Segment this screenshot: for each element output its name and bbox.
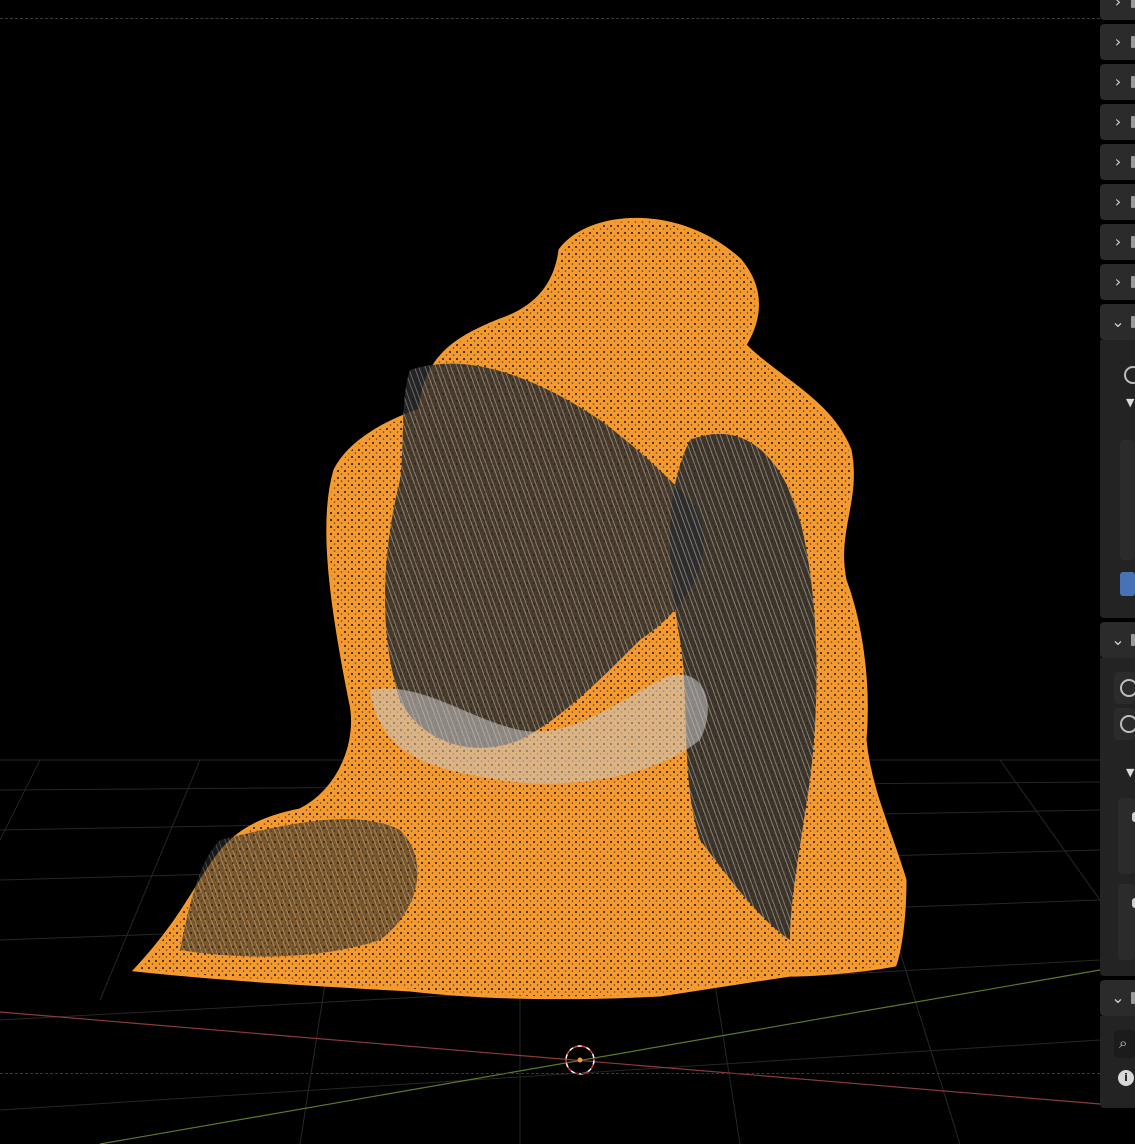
chevron-down-icon: ⌄	[1111, 988, 1125, 1007]
x-axis-line	[0, 1011, 1100, 1105]
selected-object[interactable]	[131, 217, 907, 1000]
search-field[interactable]: ⌕	[1114, 1030, 1135, 1058]
properties-sidebar: › › › › › › › › ⌄ ▼ ⌄ ▼ ⌄ ⌕ i	[1100, 0, 1135, 1144]
panel-header-7[interactable]: ›	[1100, 224, 1135, 260]
panel-body-1: ▼	[1100, 340, 1135, 618]
panel-list-box[interactable]	[1120, 440, 1135, 560]
chevron-right-icon: ›	[1114, 72, 1122, 91]
chevron-down-icon: ⌄	[1111, 312, 1125, 331]
sub-box-1[interactable]	[1118, 798, 1135, 874]
panel-header-expanded-2[interactable]: ⌄	[1100, 622, 1135, 658]
chevron-right-icon: ›	[1114, 272, 1122, 291]
viewport-canvas[interactable]	[0, 0, 1100, 1144]
chevron-right-icon: ›	[1114, 192, 1122, 211]
panel-header-expanded-3[interactable]: ⌄	[1100, 980, 1135, 1016]
triangle-down-icon[interactable]: ▼	[1126, 396, 1134, 409]
viewport-bottom-border	[0, 1073, 1100, 1074]
refresh-icon	[1120, 715, 1135, 733]
panel-header-8[interactable]: ›	[1100, 264, 1135, 300]
light-icon	[1120, 679, 1135, 697]
panel-body-2: ▼	[1100, 658, 1135, 976]
chevron-right-icon: ›	[1114, 232, 1122, 251]
sub-box-2[interactable]	[1118, 884, 1135, 960]
panel-body-3: ⌕ i	[1100, 1016, 1135, 1108]
panel-header-4[interactable]: ›	[1100, 104, 1135, 140]
chevron-right-icon: ›	[1114, 0, 1122, 11]
panel-header-5[interactable]: ›	[1100, 144, 1135, 180]
panel-header-1[interactable]: ›	[1100, 0, 1135, 20]
chevron-down-icon: ⌄	[1111, 630, 1125, 649]
panel-header-6[interactable]: ›	[1100, 184, 1135, 220]
panel-header-3[interactable]: ›	[1100, 64, 1135, 100]
primary-button[interactable]	[1120, 572, 1135, 596]
viewport-top-border	[0, 18, 1100, 19]
skull-icon	[1124, 366, 1135, 384]
chevron-right-icon: ›	[1114, 32, 1122, 51]
chevron-right-icon: ›	[1114, 152, 1122, 171]
3d-viewport[interactable]	[0, 0, 1100, 1144]
info-icon: i	[1118, 1070, 1134, 1086]
chevron-right-icon: ›	[1114, 112, 1122, 131]
option-row-2[interactable]	[1114, 708, 1135, 740]
blender-window: › › › › › › › › ⌄ ▼ ⌄ ▼ ⌄ ⌕ i	[0, 0, 1135, 1144]
panel-header-2[interactable]: ›	[1100, 24, 1135, 60]
option-row-1[interactable]	[1114, 672, 1135, 704]
panel-header-expanded-1[interactable]: ⌄	[1100, 304, 1135, 340]
triangle-down-icon[interactable]: ▼	[1126, 766, 1134, 779]
search-icon: ⌕	[1119, 1034, 1128, 1052]
